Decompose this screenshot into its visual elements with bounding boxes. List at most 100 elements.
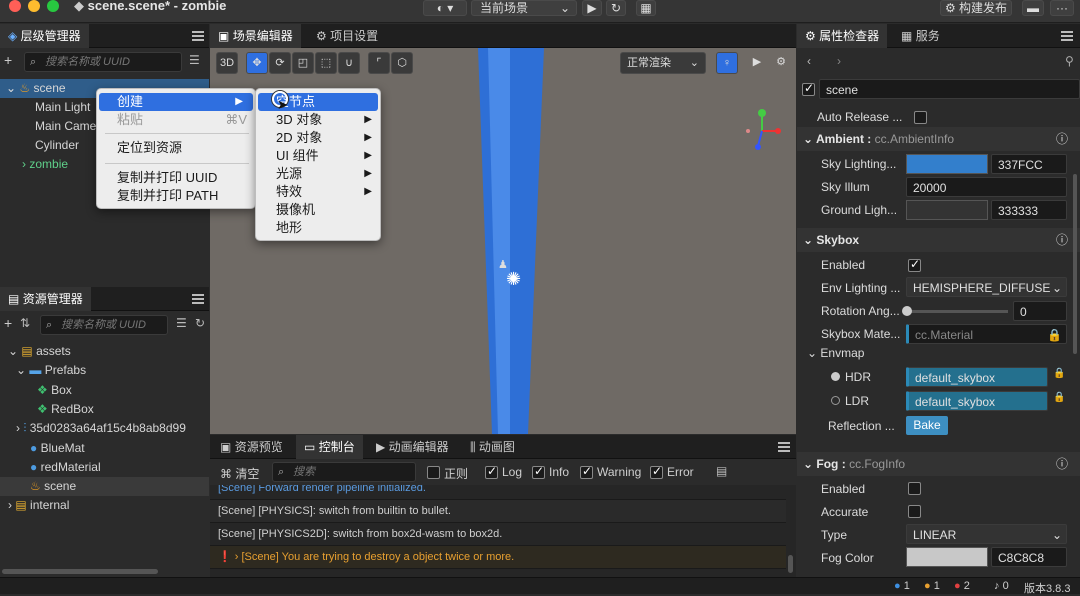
console-search-input[interactable]: ⌕ 搜索 bbox=[272, 462, 416, 482]
warning-counter[interactable]: ● 1 bbox=[924, 580, 940, 592]
maximize-window-button[interactable] bbox=[47, 0, 59, 12]
scene-select[interactable]: 当前场景 ⌄ bbox=[471, 0, 577, 16]
add-icon[interactable]: + bbox=[4, 315, 12, 331]
ground-color-swatch[interactable] bbox=[906, 200, 988, 220]
hdr-radio[interactable] bbox=[831, 372, 840, 381]
tree-item-main-light[interactable]: Main Light bbox=[35, 98, 90, 117]
menu-icon[interactable] bbox=[778, 442, 790, 452]
menu-item-locate-asset[interactable]: 定位到资源 bbox=[117, 139, 182, 157]
menu-item-copy-path[interactable]: 复制并打印 PATH bbox=[117, 187, 218, 205]
menu-icon[interactable] bbox=[192, 294, 204, 304]
sky-illum-field[interactable]: 20000 bbox=[906, 177, 1067, 197]
node-name-field[interactable]: scene bbox=[819, 79, 1080, 99]
asset-redbox[interactable]: ❖ RedBox bbox=[37, 400, 94, 419]
tab-services[interactable]: ▦ 服务 bbox=[893, 24, 948, 48]
ldr-field[interactable]: default_skybox bbox=[906, 391, 1048, 411]
mode-3d-button[interactable]: 3D bbox=[216, 52, 238, 74]
submenu-item-3d-object[interactable]: 3D 对象 ▶ bbox=[276, 111, 372, 129]
fog-accurate-checkbox[interactable] bbox=[908, 505, 921, 518]
platform-dropdown[interactable]: ◐ ▾ bbox=[423, 0, 467, 16]
tab-assets[interactable]: ▤ 资源管理器 bbox=[0, 287, 91, 311]
submenu-item-effects[interactable]: 特效 ▶ bbox=[276, 183, 372, 201]
vertical-scrollbar[interactable] bbox=[788, 555, 793, 573]
tab-animation-editor[interactable]: ▶ 动画编辑器 bbox=[368, 435, 457, 459]
notification-counter[interactable]: ♪ 0 bbox=[994, 580, 1009, 592]
rect-tool-button[interactable]: ⬚ bbox=[315, 52, 337, 74]
refresh-icon[interactable]: ↻ bbox=[195, 316, 205, 330]
pin-icon[interactable]: ⚲ bbox=[1065, 54, 1074, 68]
snap-tool-button[interactable]: ∪ bbox=[338, 52, 360, 74]
build-button[interactable]: ⚙ 构建发布 bbox=[940, 0, 1012, 16]
node-active-checkbox[interactable] bbox=[802, 81, 815, 96]
asset-uuid-folder[interactable]: › ⫶ 35d0283a64af15c4b8ab8d99 bbox=[16, 419, 209, 438]
pivot-button[interactable]: ⬡ bbox=[391, 52, 413, 74]
close-window-button[interactable] bbox=[9, 0, 21, 12]
skybox-material-field[interactable]: cc.Material 🔒 bbox=[906, 324, 1067, 344]
tab-project-settings[interactable]: ⚙ 项目设置 bbox=[308, 24, 386, 48]
open-folder-button[interactable]: ▬ bbox=[1022, 0, 1044, 16]
clear-button[interactable]: ⌘ 清空 bbox=[220, 465, 259, 482]
menu-icon[interactable] bbox=[1061, 31, 1073, 41]
tab-console[interactable]: ▭ 控制台 bbox=[296, 435, 363, 459]
help-icon[interactable]: ⓘ bbox=[1056, 228, 1068, 252]
fog-enabled-checkbox[interactable] bbox=[908, 482, 921, 495]
rotate-tool-button[interactable]: ⟳ bbox=[269, 52, 291, 74]
log-checkbox[interactable] bbox=[485, 464, 498, 479]
log-line[interactable]: [Scene] [PHYSICS]: switch from builtin t… bbox=[210, 500, 786, 523]
assets-search-input[interactable]: ⌕ 搜索名称或 UUID bbox=[40, 315, 168, 335]
skybox-section-header[interactable]: ⌄ Skybox ⓘ bbox=[797, 228, 1080, 252]
ground-hex-field[interactable]: 333333 bbox=[991, 200, 1067, 220]
asset-scene[interactable]: ♨ scene bbox=[0, 477, 209, 496]
asset-assets[interactable]: ⌄ ▤ assets bbox=[8, 342, 71, 361]
error-counter[interactable]: ● 2 bbox=[954, 580, 970, 592]
rotation-slider[interactable] bbox=[906, 310, 1008, 313]
fog-type-select[interactable]: LINEAR ⌄ bbox=[906, 524, 1067, 544]
menu-item-paste[interactable]: 粘贴 ⌘V bbox=[117, 111, 247, 129]
hierarchy-search-input[interactable]: ⌕ 搜索名称或 UUID bbox=[24, 52, 182, 72]
tab-scene-editor[interactable]: ▣ 场景编辑器 bbox=[210, 24, 301, 48]
refresh-button[interactable]: ↻ bbox=[606, 0, 626, 16]
menu-item-create[interactable]: 创建 ▶ bbox=[99, 93, 253, 111]
light-toggle-button[interactable]: ♀ bbox=[716, 52, 738, 74]
camera-button[interactable]: ▶ bbox=[746, 52, 768, 74]
grid-button[interactable]: ▦ bbox=[636, 0, 656, 16]
tab-inspector[interactable]: ⚙ 属性检查器 bbox=[797, 24, 888, 48]
menu-item-copy-uuid[interactable]: 复制并打印 UUID bbox=[117, 169, 217, 187]
minimize-window-button[interactable] bbox=[28, 0, 40, 12]
skybox-enabled-checkbox[interactable] bbox=[908, 257, 921, 272]
warning-line[interactable]: ❗ › [Scene] You are trying to destroy a … bbox=[210, 546, 786, 569]
add-icon[interactable]: + bbox=[4, 52, 12, 68]
inspector-scrollbar[interactable] bbox=[1073, 174, 1077, 354]
asset-prefabs[interactable]: ⌄ ▬ Prefabs bbox=[16, 361, 86, 380]
more-button[interactable]: ··· bbox=[1050, 0, 1074, 16]
submenu-item-ui-component[interactable]: UI 组件 ▶ bbox=[276, 147, 372, 165]
axis-gizmo-icon[interactable] bbox=[742, 106, 782, 156]
tree-item-main-camera[interactable]: Main Came bbox=[35, 117, 97, 136]
asset-redmaterial[interactable]: ● redMaterial bbox=[30, 458, 101, 477]
sky-lighting-color-swatch[interactable] bbox=[906, 154, 988, 174]
scale-tool-button[interactable]: ◰ bbox=[292, 52, 314, 74]
tree-item-cylinder[interactable]: Cylinder bbox=[35, 136, 79, 155]
tab-animation-graph[interactable]: ⫼ 动画图 bbox=[462, 435, 523, 459]
auto-release-checkbox[interactable] bbox=[914, 111, 927, 124]
move-tool-button[interactable]: ✥ bbox=[246, 52, 268, 74]
submenu-item-terrain[interactable]: 地形 bbox=[276, 219, 302, 237]
document-icon[interactable]: ▤ bbox=[716, 464, 727, 478]
asset-bluemat[interactable]: ● BlueMat bbox=[30, 439, 85, 458]
info-checkbox[interactable] bbox=[532, 464, 545, 479]
horizontal-scrollbar[interactable] bbox=[2, 569, 158, 574]
log-line[interactable]: [Scene] Forward render pipeline initiali… bbox=[210, 485, 786, 500]
back-arrow-icon[interactable]: ‹ bbox=[807, 54, 811, 68]
menu-icon[interactable] bbox=[192, 31, 204, 41]
render-mode-select[interactable]: 正常渲染 ⌄ bbox=[620, 52, 706, 74]
tab-asset-preview[interactable]: ▣ 资源预览 bbox=[212, 435, 291, 459]
ldr-radio[interactable] bbox=[831, 396, 840, 405]
regex-checkbox[interactable] bbox=[427, 466, 440, 479]
play-button[interactable]: ▶ bbox=[582, 0, 602, 16]
rotation-slider-handle[interactable] bbox=[902, 306, 912, 316]
asset-internal[interactable]: › ▤ internal bbox=[8, 496, 69, 515]
settings-button[interactable]: ⚙ bbox=[770, 52, 792, 74]
sort-icon[interactable]: ⇅ bbox=[20, 316, 30, 330]
help-icon[interactable]: ⓘ bbox=[1056, 127, 1068, 151]
list-icon[interactable]: ☰ bbox=[176, 316, 187, 330]
